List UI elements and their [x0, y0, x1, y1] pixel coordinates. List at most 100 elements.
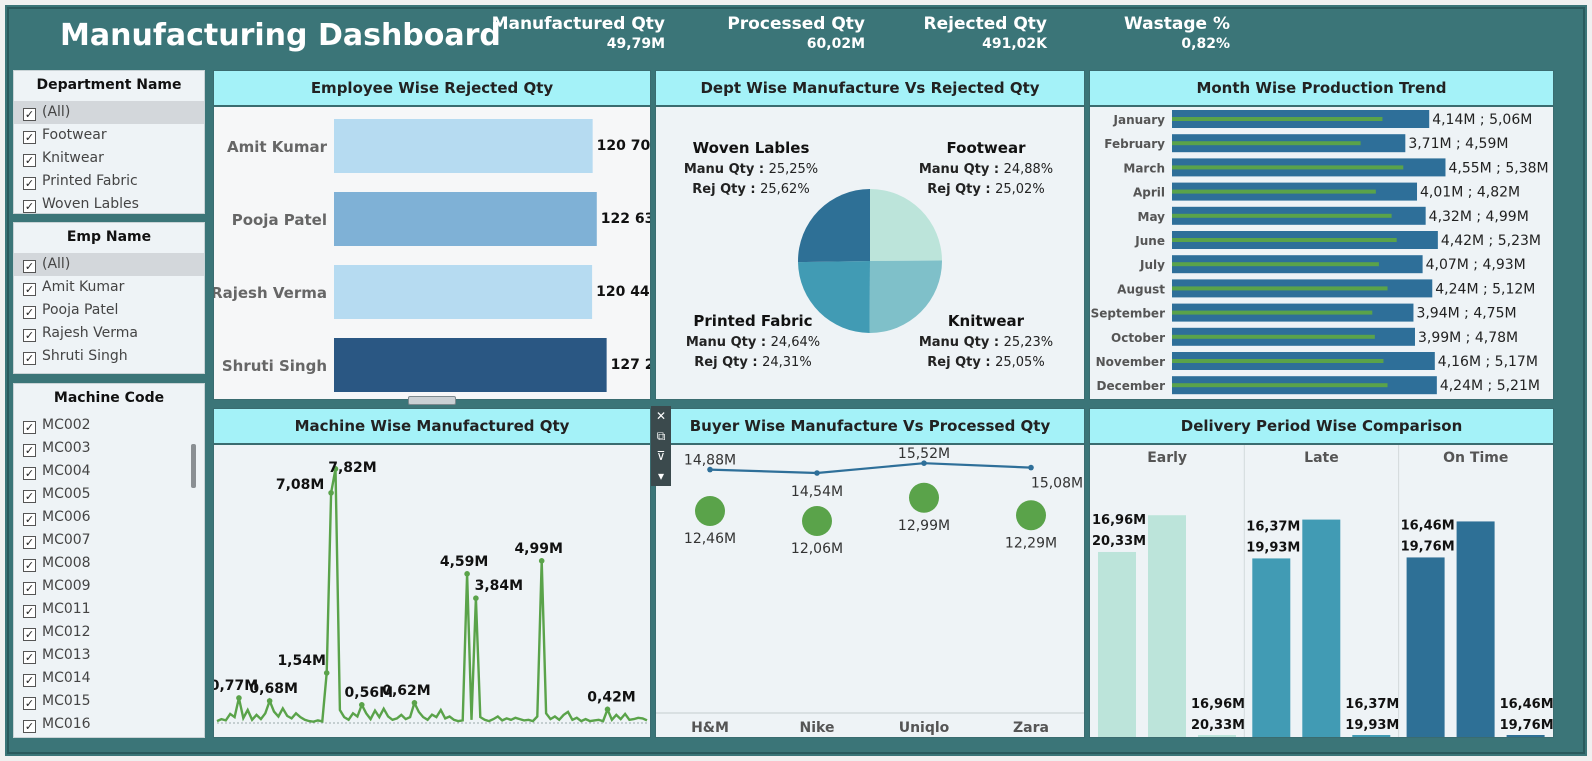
filter-option[interactable]: ✓ MC008 — [14, 552, 204, 575]
machine-chart: 0,77M0,68M1,54M7,08M7,82M0,56M0,62M4,59M… — [214, 460, 648, 724]
checkbox-icon[interactable]: ✓ — [23, 200, 36, 213]
scrollbar-thumb[interactable] — [191, 444, 196, 488]
data-point — [473, 595, 479, 601]
panel-title: Month Wise Production Trend — [1090, 71, 1553, 107]
checkbox-icon[interactable]: ✓ — [23, 283, 36, 296]
checkbox-icon[interactable]: ✓ — [23, 306, 36, 319]
filter-option-label: Printed Fabric — [42, 173, 138, 189]
checkbox-icon[interactable]: ✓ — [23, 421, 36, 434]
filter-option[interactable]: ✓ Shruti Singh — [14, 345, 204, 368]
month-label: April — [1133, 186, 1165, 200]
checkbox-icon[interactable]: ✓ — [23, 108, 36, 121]
rej-prefix: Rej Qty : — [927, 182, 995, 197]
data-label: 16,46M — [1401, 518, 1455, 533]
filter-option[interactable]: ✓ MC003 — [14, 437, 204, 460]
checkbox-icon[interactable]: ✓ — [23, 651, 36, 664]
checkbox-icon[interactable]: ✓ — [23, 674, 36, 687]
checkbox-icon[interactable]: ✓ — [23, 467, 36, 480]
slice-name: Printed Fabric — [693, 312, 812, 330]
slice-rej-label: Rej Qty : 24,31% — [694, 355, 811, 370]
filter-option[interactable]: ✓ Printed Fabric — [14, 170, 204, 193]
kpi-value: 0,82% — [1181, 36, 1230, 52]
bar — [1198, 735, 1236, 737]
category-label: Rajesh Verma — [214, 284, 327, 302]
filter-option-label: (All) — [42, 104, 71, 120]
checkbox-icon[interactable]: ✓ — [23, 154, 36, 167]
filter-option[interactable]: ✓ (All) — [14, 253, 204, 276]
bar — [334, 265, 593, 319]
data-label: 3,71M ; 4,59M — [1408, 136, 1508, 152]
checkbox-icon[interactable]: ✓ — [23, 582, 36, 595]
data-label: 4,55M ; 5,38M — [1448, 160, 1548, 176]
data-label: 7,82M — [328, 460, 376, 476]
kpi-label: Processed Qty — [727, 14, 865, 34]
data-label: 4,42M ; 5,23M — [1441, 233, 1541, 249]
filter-option[interactable]: ✓ Knitwear — [14, 147, 204, 170]
slice-rej-label: Rej Qty : 25,05% — [927, 355, 1044, 370]
category-label: Zara — [1013, 720, 1049, 736]
filter-option[interactable]: ✓ MC011 — [14, 598, 204, 621]
resize-handle[interactable] — [408, 396, 456, 405]
checkbox-icon[interactable]: ✓ — [23, 177, 36, 190]
filter-option[interactable]: ✓ MC013 — [14, 644, 204, 667]
filter-option[interactable]: ✓ MC005 — [14, 483, 204, 506]
filter-option[interactable]: ✓ Footwear — [14, 124, 204, 147]
filter-option[interactable]: ✓ Rajesh Verma — [14, 322, 204, 345]
kpi-wastage: Wastage % 0,82% — [1030, 14, 1230, 52]
filter-option-label: MC005 — [42, 486, 91, 502]
checkbox-icon[interactable]: ✓ — [23, 605, 36, 618]
category-label: Nike — [800, 720, 835, 736]
filter-option[interactable]: ✓ (All) — [14, 101, 204, 124]
manu-value: 24,64% — [771, 335, 821, 350]
checkbox-icon[interactable]: ✓ — [23, 536, 36, 549]
filter-option[interactable]: ✓ MC002 — [14, 414, 204, 437]
checkbox-icon[interactable]: ✓ — [23, 260, 36, 273]
buyer-chart: 14,88M 14,54M 15,52M 15,08M 12,46M 12,06M 12,9… — [656, 446, 1084, 736]
checkbox-icon[interactable]: ✓ — [23, 490, 36, 503]
filter-option[interactable]: ✓ MC016 — [14, 713, 204, 736]
checkbox-icon[interactable]: ✓ — [23, 444, 36, 457]
checkbox-icon[interactable]: ✓ — [23, 720, 36, 733]
data-label: 4,59M — [440, 554, 488, 570]
checkbox-icon[interactable]: ✓ — [23, 513, 36, 526]
data-label: 3,84M — [475, 578, 523, 594]
checkbox-icon[interactable]: ✓ — [23, 697, 36, 710]
checkbox-icon[interactable]: ✓ — [23, 352, 36, 365]
bar-inner — [1172, 165, 1404, 170]
data-label: 4,24M ; 5,12M — [1435, 281, 1535, 297]
filter-option[interactable]: ✓ MC007 — [14, 529, 204, 552]
bar-inner — [1172, 310, 1373, 315]
filter-option[interactable]: ✓ Amit Kumar — [14, 276, 204, 299]
close-icon[interactable]: ✕ — [651, 406, 671, 426]
popout-icon[interactable]: ⧉ — [651, 426, 671, 446]
kpi-value: 60,02M — [806, 36, 865, 52]
data-point — [358, 702, 365, 708]
filter-option-label: MC008 — [42, 555, 91, 571]
filter-option[interactable]: ✓ MC009 — [14, 575, 204, 598]
filter-option[interactable]: ✓ Woven Lables — [14, 193, 204, 216]
checkbox-icon[interactable]: ✓ — [23, 329, 36, 342]
checkbox-icon[interactable]: ✓ — [23, 628, 36, 641]
slice-name: Knitwear — [948, 312, 1025, 330]
month-label: September — [1091, 307, 1165, 321]
filter-option[interactable]: ✓ MC012 — [14, 621, 204, 644]
data-label: 120 449 — [596, 284, 650, 300]
filter-option[interactable]: ✓ MC014 — [14, 667, 204, 690]
bubble — [695, 496, 725, 526]
data-label: 3,99M ; 4,78M — [1418, 330, 1518, 346]
panel-title: Machine Wise Manufactured Qty — [214, 409, 650, 445]
filter-icon[interactable]: ⊽ — [651, 446, 671, 466]
filter-option-label: MC013 — [42, 647, 91, 663]
manu-value: 25,25% — [769, 162, 819, 177]
manu-prefix: Manu Qty : — [919, 335, 1004, 350]
filter-option[interactable]: ✓ MC015 — [14, 690, 204, 713]
filter-option-label: MC007 — [42, 532, 91, 548]
kpi-value: 491,02K — [982, 36, 1047, 52]
filter-option[interactable]: ✓ Pooja Patel — [14, 299, 204, 322]
data-label: 20,33M — [1191, 718, 1245, 733]
checkbox-icon[interactable]: ✓ — [23, 559, 36, 572]
filter-option[interactable]: ✓ MC004 — [14, 460, 204, 483]
checkbox-icon[interactable]: ✓ — [23, 131, 36, 144]
dropdown-icon[interactable]: ▾ — [651, 466, 671, 486]
filter-option[interactable]: ✓ MC006 — [14, 506, 204, 529]
